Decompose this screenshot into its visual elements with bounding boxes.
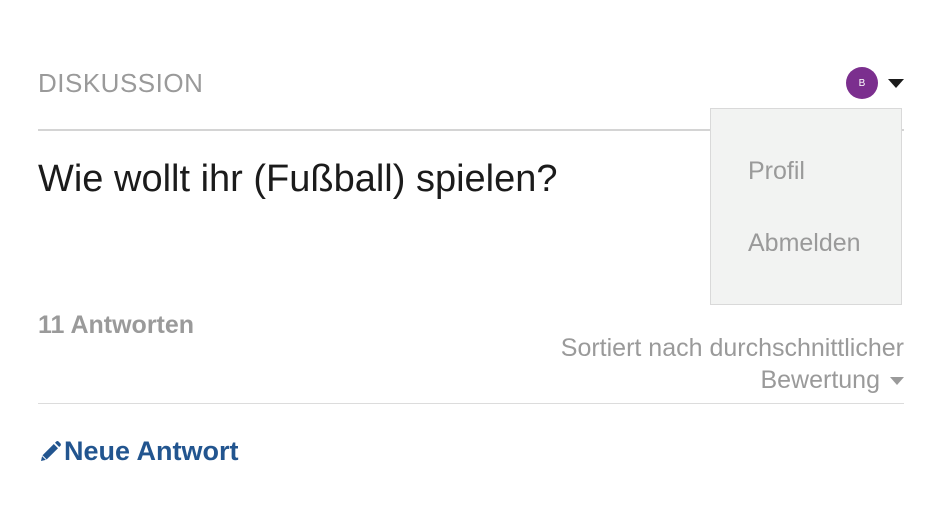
section-label: DISKUSSION [38, 68, 204, 98]
menu-item-profile[interactable]: Profil [748, 157, 805, 186]
sort-label-line2: Bewertung [760, 366, 880, 394]
discussion-title: Wie wollt ihr (Fußball) spielen? [38, 158, 558, 200]
chevron-down-icon[interactable] [890, 377, 904, 386]
new-answer-link[interactable]: Neue Antwort [38, 436, 239, 467]
content-divider [38, 403, 904, 404]
menu-item-logout[interactable]: Abmelden [748, 229, 861, 258]
new-answer-label: Neue Antwort [64, 436, 239, 466]
sort-dropdown[interactable]: Sortiert nach durchschnittlicher Bewertu… [504, 332, 904, 396]
pencil-icon [38, 440, 62, 464]
caret-down-icon[interactable] [888, 78, 904, 88]
discussion-page: DISKUSSION B Wie wollt ihr (Fußball) spi… [0, 0, 952, 506]
answer-count: 11 Antworten [38, 311, 195, 339]
user-menu-toggle[interactable]: B [846, 67, 904, 99]
user-dropdown-menu: Profil Abmelden [710, 108, 902, 305]
sort-label-line2-wrap: Bewertung [504, 364, 904, 396]
sort-label-line1: Sortiert nach durchschnittlicher [560, 334, 904, 362]
avatar[interactable]: B [846, 67, 878, 99]
